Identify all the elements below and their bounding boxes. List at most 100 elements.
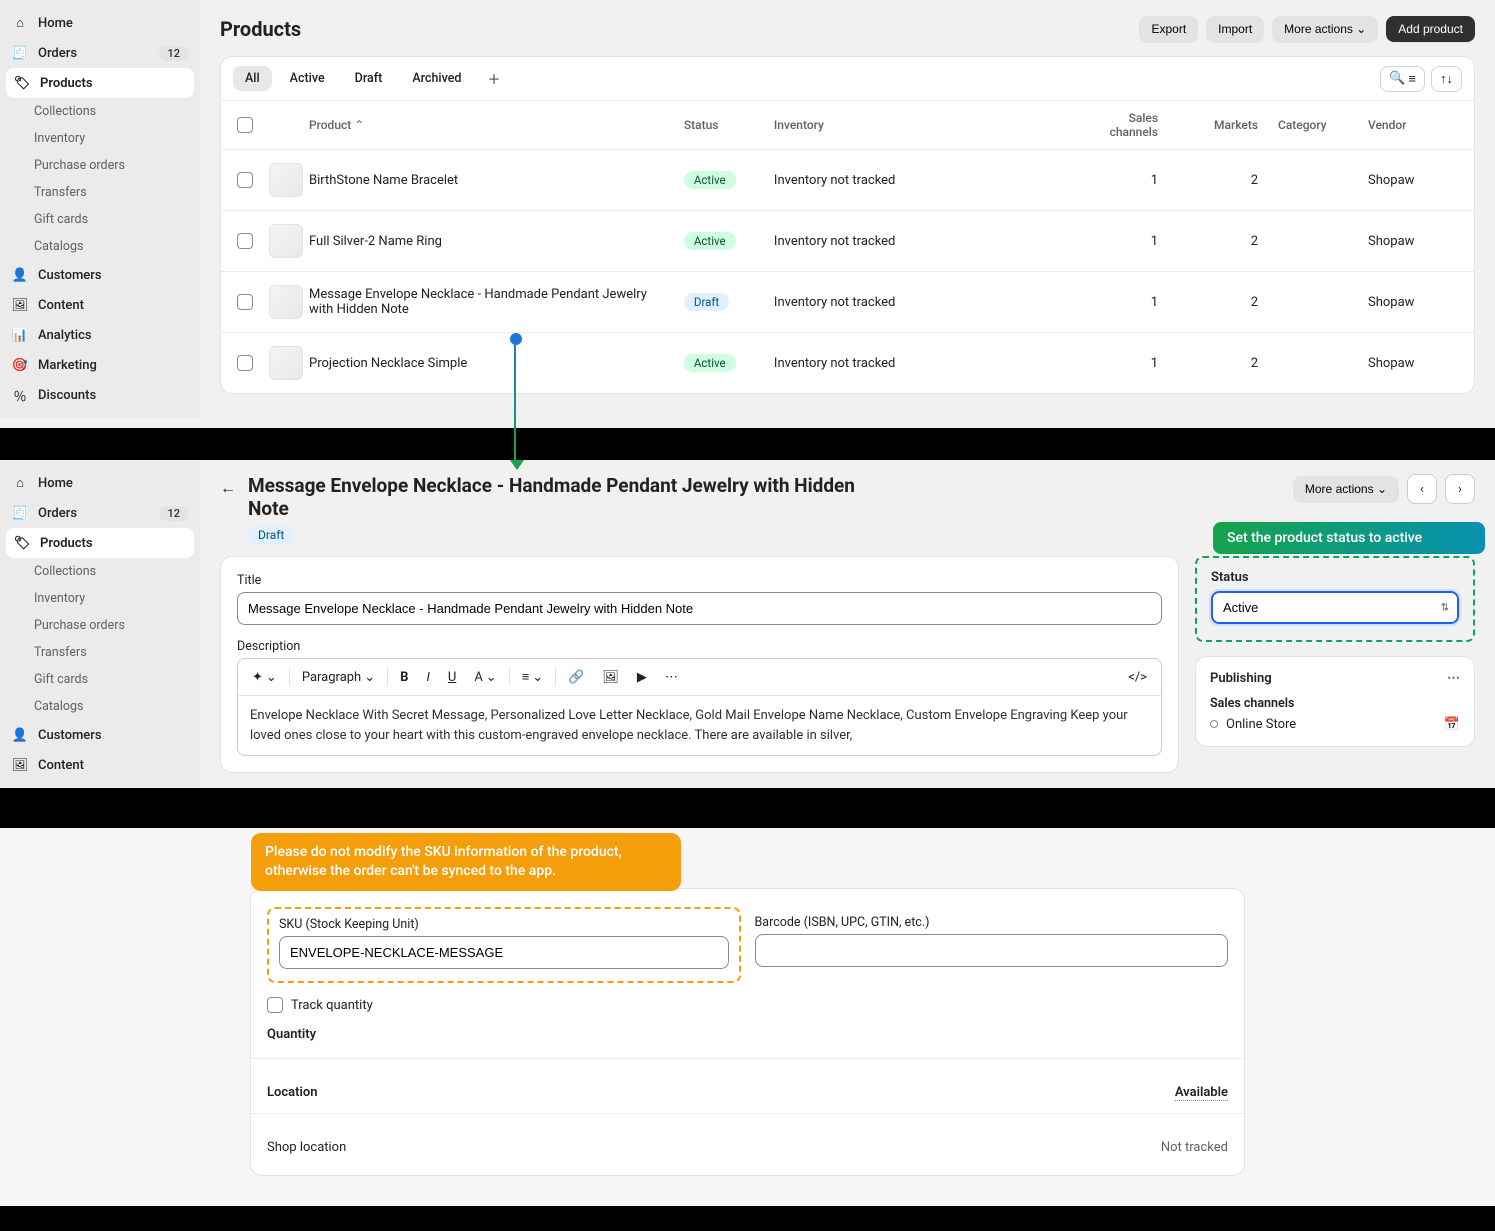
title-input[interactable] xyxy=(237,592,1162,625)
nav-content[interactable]: 🖼Content xyxy=(0,290,200,320)
link-button[interactable]: 🔗 xyxy=(562,666,590,689)
tab-active[interactable]: Active xyxy=(278,66,337,91)
discounts-icon: ％ xyxy=(12,387,28,403)
product-thumb xyxy=(269,163,303,197)
nav-inventory[interactable]: Inventory xyxy=(0,125,200,152)
text-color-button[interactable]: A⌄ xyxy=(468,666,502,689)
more-actions-button[interactable]: More actions ⌄ xyxy=(1272,16,1378,42)
row-checkbox[interactable] xyxy=(237,294,253,310)
markets-cell: 2 xyxy=(1188,295,1278,310)
table-row[interactable]: Full Silver-2 Name Ring Active Inventory… xyxy=(221,210,1474,271)
tab-archived[interactable]: Archived xyxy=(400,66,473,91)
row-checkbox[interactable] xyxy=(237,172,253,188)
nav-customers[interactable]: 👤Customers xyxy=(0,260,200,290)
table-row[interactable]: Projection Necklace Simple Active Invent… xyxy=(221,332,1474,393)
nav-home[interactable]: ⌂Home xyxy=(0,8,200,38)
product-thumb xyxy=(269,224,303,258)
sku-input[interactable] xyxy=(279,936,729,969)
nav-products[interactable]: 🏷Products xyxy=(6,68,194,98)
status-dot-icon xyxy=(1210,720,1218,728)
markets-cell: 2 xyxy=(1188,173,1278,188)
nav-products[interactable]: 🏷Products xyxy=(6,528,194,558)
nav-discounts[interactable]: ％Discounts xyxy=(0,380,200,410)
back-button[interactable]: ← xyxy=(220,474,236,498)
status-select[interactable]: Active xyxy=(1211,591,1459,624)
publishing-more-button[interactable]: ⋯ xyxy=(1447,671,1460,686)
nav-transfers[interactable]: Transfers xyxy=(0,179,200,206)
nav-purchase-orders[interactable]: Purchase orders xyxy=(0,612,200,639)
barcode-input[interactable] xyxy=(755,934,1229,967)
chevron-left-icon: ‹ xyxy=(1420,482,1424,497)
link-icon: 🔗 xyxy=(568,670,584,685)
bold-button[interactable]: B xyxy=(394,666,414,689)
description-label: Description xyxy=(237,639,1162,654)
underline-button[interactable]: U xyxy=(442,666,462,689)
vendor-cell: Shopaw xyxy=(1368,173,1458,188)
table-row[interactable]: Message Envelope Necklace - Handmade Pen… xyxy=(221,271,1474,332)
nav-orders[interactable]: 🧾Orders12 xyxy=(0,38,200,68)
location-heading: Location xyxy=(267,1085,318,1101)
available-heading: Available xyxy=(1175,1085,1228,1101)
more-actions-button[interactable]: More actions ⌄ xyxy=(1293,476,1399,502)
prev-product-button[interactable]: ‹ xyxy=(1407,474,1437,504)
tab-draft[interactable]: Draft xyxy=(343,66,395,91)
nav-collections[interactable]: Collections xyxy=(0,558,200,585)
add-tab-button[interactable]: ＋ xyxy=(479,65,508,92)
align-button[interactable]: ≡⌄ xyxy=(516,665,550,689)
row-checkbox[interactable] xyxy=(237,355,253,371)
nav-transfers[interactable]: Transfers xyxy=(0,639,200,666)
orders-icon: 🧾 xyxy=(12,45,28,61)
nav-inventory[interactable]: Inventory xyxy=(0,585,200,612)
nav-content[interactable]: 🖼Content xyxy=(0,750,200,780)
video-button[interactable]: ▶ xyxy=(631,666,653,689)
vendor-cell: Shopaw xyxy=(1368,234,1458,249)
row-checkbox[interactable] xyxy=(237,233,253,249)
nav-gift-cards[interactable]: Gift cards xyxy=(0,666,200,693)
image-button[interactable]: 🖼 xyxy=(596,666,625,689)
annotation-arrow-head xyxy=(510,460,524,470)
products-icon: 🏷 xyxy=(14,75,30,91)
export-button[interactable]: Export xyxy=(1139,16,1198,42)
search-icon: 🔍 xyxy=(1389,71,1405,86)
more-button[interactable]: ⋯ xyxy=(659,666,684,689)
table-row[interactable]: BirthStone Name Bracelet Active Inventor… xyxy=(221,149,1474,210)
sales-cell: 1 xyxy=(1078,234,1188,249)
nav-orders[interactable]: 🧾Orders12 xyxy=(0,498,200,528)
col-product[interactable]: Product ⌃ xyxy=(309,118,684,132)
status-badge: Active xyxy=(684,232,736,250)
nav-gift-cards[interactable]: Gift cards xyxy=(0,206,200,233)
nav-collections[interactable]: Collections xyxy=(0,98,200,125)
callout-status-active: Set the product status to active xyxy=(1213,522,1485,554)
code-view-button[interactable]: </> xyxy=(1122,666,1153,689)
nav-catalogs[interactable]: Catalogs xyxy=(0,693,200,720)
content-icon: 🖼 xyxy=(12,757,28,773)
nav-catalogs[interactable]: Catalogs xyxy=(0,233,200,260)
description-textarea[interactable]: Envelope Necklace With Secret Message, P… xyxy=(238,696,1161,755)
nav-home[interactable]: ⌂Home xyxy=(0,468,200,498)
add-product-button[interactable]: Add product xyxy=(1386,16,1475,42)
nav-analytics[interactable]: 📊Analytics xyxy=(0,320,200,350)
sales-cell: 1 xyxy=(1078,356,1188,371)
title-description-card: Title Description ✦⌄ Paragraph ⌄ B I U xyxy=(220,556,1179,773)
tab-all[interactable]: All xyxy=(233,66,272,91)
callout-sku-warning: Please do not modify the SKU information… xyxy=(251,833,681,891)
select-all-checkbox[interactable] xyxy=(237,117,253,133)
sparkle-icon: ✦ xyxy=(252,670,263,685)
image-icon: 🖼 xyxy=(602,670,619,685)
import-button[interactable]: Import xyxy=(1206,16,1264,42)
nav-marketing[interactable]: 🎯Marketing xyxy=(0,350,200,380)
sort-button[interactable]: ↑↓ xyxy=(1431,66,1462,92)
calendar-icon[interactable]: 📅 xyxy=(1444,717,1460,732)
italic-button[interactable]: I xyxy=(420,666,435,689)
nav-customers[interactable]: 👤Customers xyxy=(0,720,200,750)
content-icon: 🖼 xyxy=(12,297,28,313)
track-quantity-checkbox[interactable] xyxy=(267,997,283,1013)
nav-purchase-orders[interactable]: Purchase orders xyxy=(0,152,200,179)
inv-cell: Inventory not tracked xyxy=(774,234,1078,249)
paragraph-select[interactable]: Paragraph ⌄ xyxy=(296,666,381,689)
ai-button[interactable]: ✦⌄ xyxy=(246,666,283,689)
product-name: Projection Necklace Simple xyxy=(309,356,684,371)
filter-icon: ≡ xyxy=(1408,71,1416,87)
next-product-button[interactable]: › xyxy=(1445,474,1475,504)
search-filter-button[interactable]: 🔍≡ xyxy=(1380,66,1425,92)
